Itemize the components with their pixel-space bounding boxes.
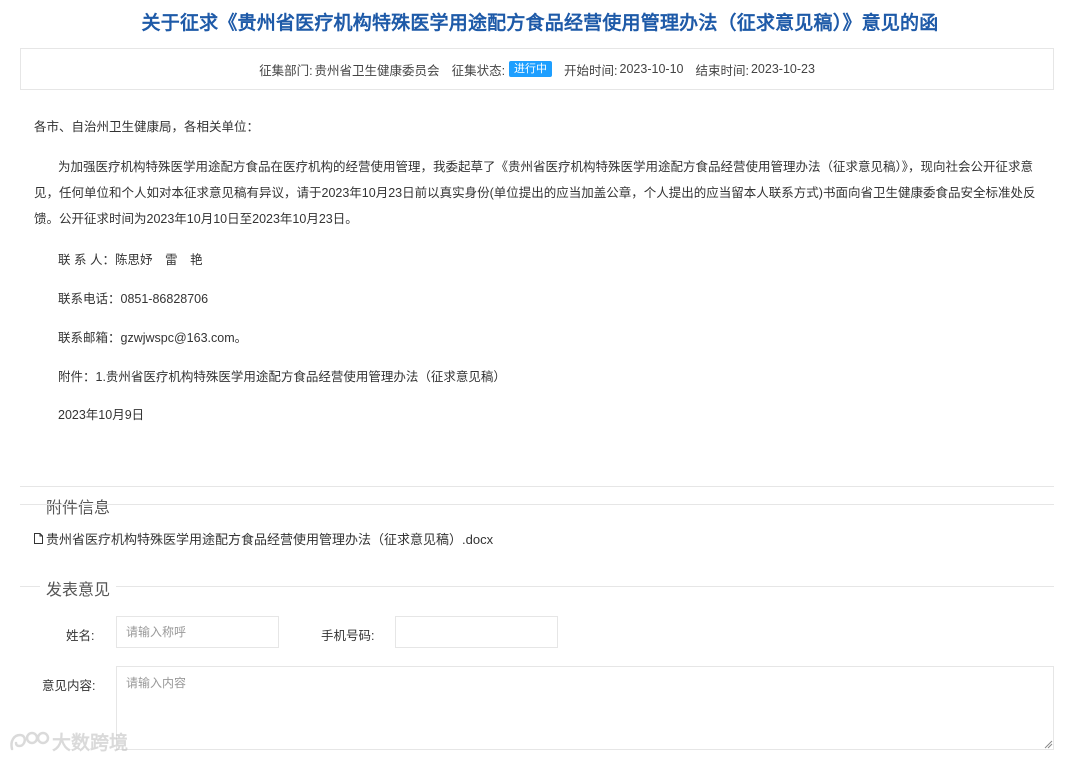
name-label: 姓名: — [66, 629, 95, 643]
attachments-title-rule — [20, 504, 1054, 505]
attachments-divider — [20, 486, 1054, 487]
collection-info-bar: 征集部门: 贵州省卫生健康委员会 征集状态: 进行中 开始时间: 2023-10… — [20, 48, 1054, 90]
contact-person: 联 系 人：陈思妤 雷 艳 — [58, 253, 203, 267]
phone-input[interactable] — [395, 616, 558, 648]
content-label: 意见内容: — [42, 679, 96, 693]
contact-phone: 联系电话：0851-86828706 — [58, 292, 209, 306]
letter-greeting: 各市、自治州卫生健康局，各相关单位： — [34, 120, 260, 134]
watermark: 大数跨境 — [8, 728, 128, 755]
dept-value: 贵州省卫生健康委员会 — [314, 63, 440, 78]
phone-label: 手机号码: — [321, 629, 375, 643]
status-label: 征集状态: — [451, 63, 506, 78]
attachment-file-link[interactable]: 贵州省医疗机构特殊医学用途配方食品经营使用管理办法（征求意见稿）.docx — [34, 529, 493, 548]
start-time-label: 开始时间: — [564, 63, 618, 78]
start-time-value: 2023-10-10 — [619, 62, 684, 76]
letter-attachment: 附件：1.贵州省医疗机构特殊医学用途配方食品经营使用管理办法（征求意见稿） — [58, 370, 506, 384]
attachments-section-title: 附件信息 — [40, 494, 117, 518]
file-icon — [34, 533, 43, 544]
attachment-file-name[interactable]: 贵州省医疗机构特殊医学用途配方食品经营使用管理办法（征求意见稿）.docx — [46, 529, 493, 548]
status-badge: 进行中 — [509, 61, 553, 77]
letter-date: 2023年10月9日 — [58, 408, 145, 422]
watermark-text: 大数跨境 — [52, 733, 129, 754]
watermark-logo-icon — [10, 731, 50, 750]
opinion-section-title: 发表意见 — [40, 576, 117, 600]
letter-paragraph: 为加强医疗机构特殊医学用途配方食品在医疗机构的经营使用管理，我委起草了《贵州省医… — [34, 160, 1036, 226]
end-time-value: 2023-10-23 — [750, 62, 815, 76]
name-input[interactable] — [116, 616, 279, 648]
contact-email: 联系邮箱：gzwjwspc@163.com。 — [58, 331, 248, 345]
resize-grip-icon[interactable] — [1043, 739, 1053, 749]
page-title: 关于征求《贵州省医疗机构特殊医学用途配方食品经营使用管理办法（征求意见稿）》意见… — [141, 13, 939, 34]
opinion-content-textarea[interactable] — [116, 666, 1054, 750]
end-time-label: 结束时间: — [695, 63, 749, 78]
opinion-title-rule — [20, 586, 1054, 587]
dept-label: 征集部门: — [259, 63, 313, 78]
